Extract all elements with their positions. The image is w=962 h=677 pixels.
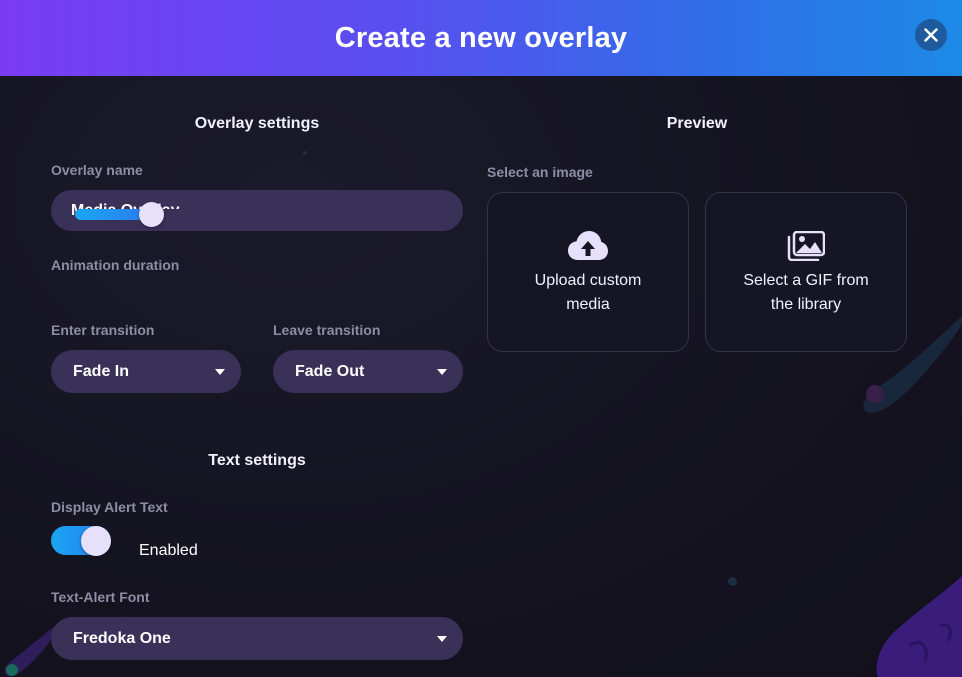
images-icon — [787, 231, 825, 261]
caret-down-icon — [437, 368, 447, 375]
enter-transition-select[interactable]: Fade In — [51, 350, 241, 393]
enter-transition-value: Fade In — [73, 362, 130, 380]
star-dot — [303, 151, 307, 155]
text-alert-font-select[interactable]: Fredoka One — [51, 617, 463, 660]
leave-transition-label: Leave transition — [273, 322, 381, 338]
enter-transition-label: Enter transition — [51, 322, 155, 338]
upload-custom-media-button[interactable]: Upload custom media — [487, 192, 689, 352]
text-alert-font-value: Fredoka One — [73, 629, 171, 647]
cloud-upload-icon — [568, 231, 608, 261]
planet-decoration-icon — [876, 576, 962, 677]
select-image-label: Select an image — [487, 164, 593, 180]
overlay-name-label: Overlay name — [51, 162, 143, 178]
close-button[interactable] — [915, 19, 947, 51]
overlay-settings-title: Overlay settings — [194, 115, 320, 132]
caret-down-icon — [215, 368, 225, 375]
star-dot — [728, 577, 737, 586]
preview-title: Preview — [666, 115, 728, 132]
select-gif-library-button[interactable]: Select a GIF from the library — [705, 192, 907, 352]
close-icon — [924, 28, 938, 42]
display-alert-text-toggle[interactable] — [51, 526, 111, 556]
upload-custom-media-text: Upload custom media — [534, 272, 642, 313]
caret-down-icon — [437, 635, 447, 642]
toggle-state-text: Enabled — [139, 542, 198, 559]
animation-duration-label: Animation duration — [51, 257, 180, 273]
text-settings-title: Text settings — [208, 452, 306, 469]
leave-transition-select[interactable]: Fade Out — [273, 350, 463, 393]
animation-duration-slider[interactable] — [75, 202, 439, 227]
modal-title: Create a new overlay — [334, 21, 628, 54]
select-gif-library-text: Select a GIF from the library — [743, 272, 869, 313]
toggle-knob — [81, 526, 111, 556]
text-alert-font-label: Text-Alert Font — [51, 589, 150, 605]
leave-transition-value: Fade Out — [295, 362, 365, 380]
modal-header: Create a new overlay — [0, 0, 962, 76]
display-alert-text-label: Display Alert Text — [51, 499, 168, 515]
